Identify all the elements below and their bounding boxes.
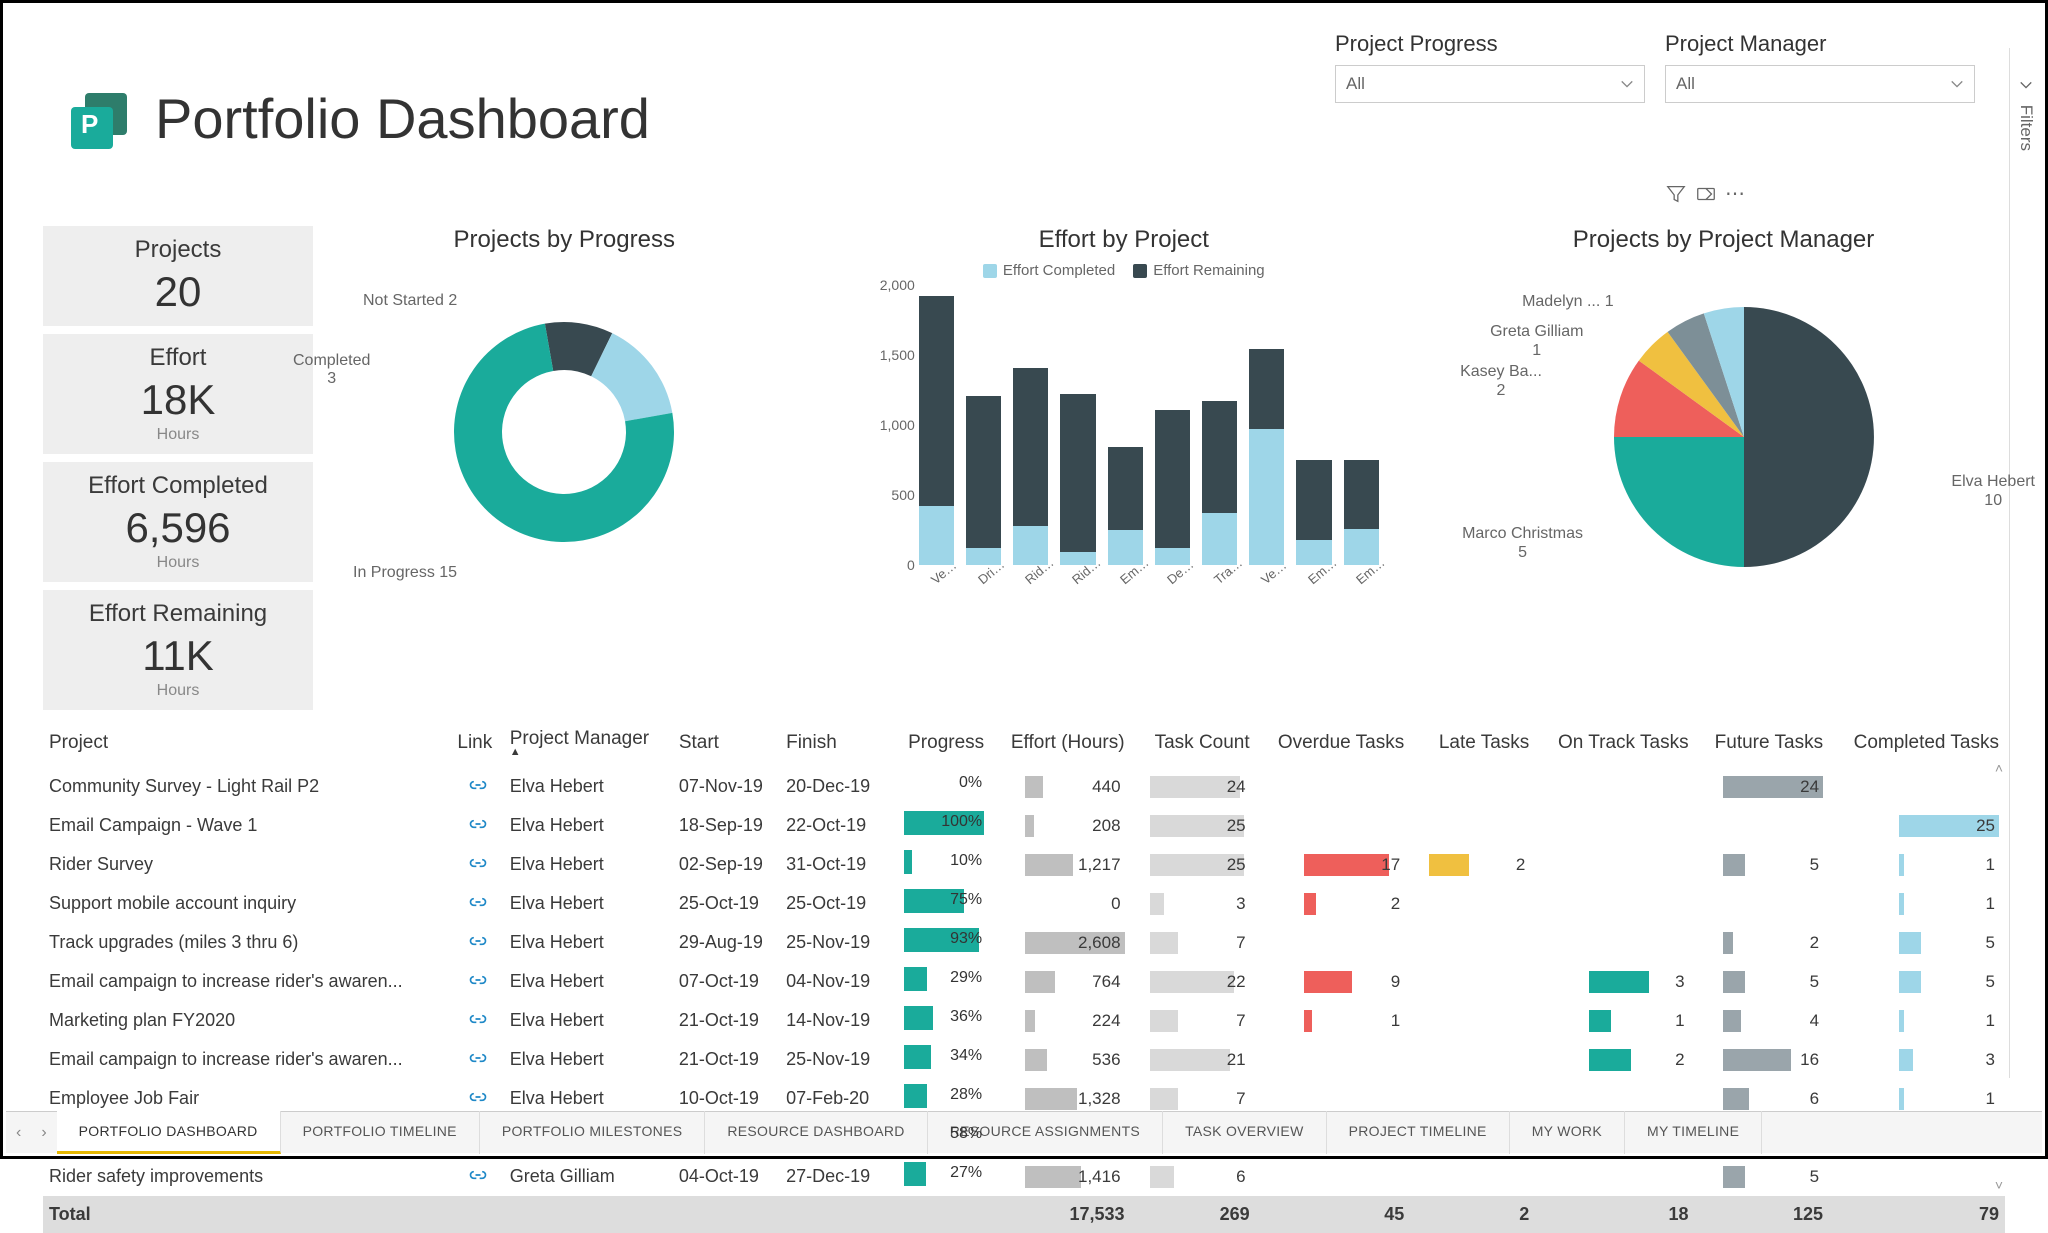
filter-manager-select[interactable]: All: [1665, 65, 1975, 103]
chevron-down-icon: [1950, 77, 1964, 91]
col-on-track-tasks[interactable]: On Track Tasks: [1535, 720, 1694, 767]
more-icon[interactable]: ⋯: [1725, 181, 1746, 206]
tab-my-work[interactable]: MY WORK: [1510, 1111, 1625, 1154]
table-row[interactable]: Support mobile account inquiryElva Heber…: [43, 884, 2005, 923]
scroll-up-icon[interactable]: ˄: [1995, 760, 2003, 776]
col-project-manager[interactable]: Project Manager▲: [504, 720, 673, 767]
tab-task-overview[interactable]: TASK OVERVIEW: [1163, 1111, 1327, 1154]
table-row[interactable]: Email Campaign - Wave 1Elva Hebert18-Sep…: [43, 806, 2005, 845]
col-task-count[interactable]: Task Count: [1131, 720, 1256, 767]
page-title: Portfolio Dashboard: [155, 86, 650, 151]
share-icon[interactable]: [1695, 183, 1717, 205]
project-table[interactable]: ProjectLinkProject Manager▲StartFinishPr…: [43, 720, 2005, 1233]
table-row[interactable]: Rider safety improvementsGreta Gilliam04…: [43, 1157, 2005, 1196]
col-link[interactable]: Link: [451, 720, 503, 767]
link-icon[interactable]: [468, 893, 488, 913]
col-progress[interactable]: Progress: [887, 720, 990, 767]
funnel-icon[interactable]: [1665, 183, 1687, 205]
table-row[interactable]: Track upgrades (miles 3 thru 6)Elva Hebe…: [43, 923, 2005, 962]
tab-nav-prev[interactable]: ‹: [6, 1124, 31, 1142]
chevron-down-icon: [1620, 77, 1634, 91]
col-late-tasks[interactable]: Late Tasks: [1410, 720, 1535, 767]
kpi-effort-remaining: Effort Remaining 11K Hours: [43, 590, 313, 710]
tab-resource-dashboard[interactable]: RESOURCE DASHBOARD: [705, 1111, 927, 1154]
table-row[interactable]: Community Survey - Light Rail P2Elva Heb…: [43, 767, 2005, 807]
link-icon[interactable]: [468, 776, 488, 796]
col-effort-hours-[interactable]: Effort (Hours): [990, 720, 1130, 767]
chart-projects-by-progress[interactable]: Projects by Progress Not Started 2 Compl…: [323, 226, 806, 710]
table-row[interactable]: Email campaign to increase rider's aware…: [43, 1040, 2005, 1079]
link-icon[interactable]: [468, 1088, 488, 1108]
kpi-projects: Projects 20: [43, 226, 313, 326]
col-future-tasks[interactable]: Future Tasks: [1695, 720, 1830, 767]
col-start[interactable]: Start: [673, 720, 780, 767]
table-row[interactable]: Marketing plan FY2020Elva Hebert21-Oct-1…: [43, 1001, 2005, 1040]
link-icon[interactable]: [468, 815, 488, 835]
tab-project-timeline[interactable]: PROJECT TIMELINE: [1327, 1111, 1510, 1154]
table-row[interactable]: Email campaign to increase rider's aware…: [43, 962, 2005, 1001]
tab-portfolio-milestones[interactable]: PORTFOLIO MILESTONES: [480, 1111, 706, 1154]
link-icon[interactable]: [468, 1049, 488, 1069]
col-completed-tasks[interactable]: Completed Tasks: [1829, 720, 2005, 767]
table-row[interactable]: Rider SurveyElva Hebert02-Sep-1931-Oct-1…: [43, 845, 2005, 884]
col-finish[interactable]: Finish: [780, 720, 887, 767]
filter-manager-label: Project Manager: [1665, 31, 1975, 57]
link-icon[interactable]: [468, 1010, 488, 1030]
kpi-effort: Effort 18K Hours: [43, 334, 313, 454]
link-icon[interactable]: [468, 854, 488, 874]
svg-text:P: P: [81, 109, 98, 139]
col-overdue-tasks[interactable]: Overdue Tasks: [1256, 720, 1411, 767]
link-icon[interactable]: [468, 932, 488, 952]
filter-progress-select[interactable]: All: [1335, 65, 1645, 103]
col-project[interactable]: Project: [43, 720, 451, 767]
chart-effort-by-project[interactable]: Effort by Project Effort Completed Effor…: [816, 226, 1433, 710]
tab-portfolio-dashboard[interactable]: PORTFOLIO DASHBOARD: [57, 1111, 281, 1154]
link-icon[interactable]: [468, 1166, 488, 1186]
scroll-down-icon[interactable]: ˅: [1995, 1177, 2003, 1193]
sheet-tabs: ‹ › PORTFOLIO DASHBOARDPORTFOLIO TIMELIN…: [6, 1111, 2042, 1153]
app-logo: P: [63, 83, 135, 155]
tab-my-timeline[interactable]: MY TIMELINE: [1625, 1111, 1762, 1154]
filter-progress-label: Project Progress: [1335, 31, 1645, 57]
link-icon[interactable]: [468, 971, 488, 991]
tab-nav-next[interactable]: ›: [31, 1124, 56, 1142]
kpi-effort-completed: Effort Completed 6,596 Hours: [43, 462, 313, 582]
chart-projects-by-manager[interactable]: Projects by Project Manager Madelyn ... …: [1442, 226, 2005, 710]
filters-side-tab[interactable]: Filters: [2009, 48, 2042, 1078]
tab-portfolio-timeline[interactable]: PORTFOLIO TIMELINE: [281, 1111, 480, 1154]
